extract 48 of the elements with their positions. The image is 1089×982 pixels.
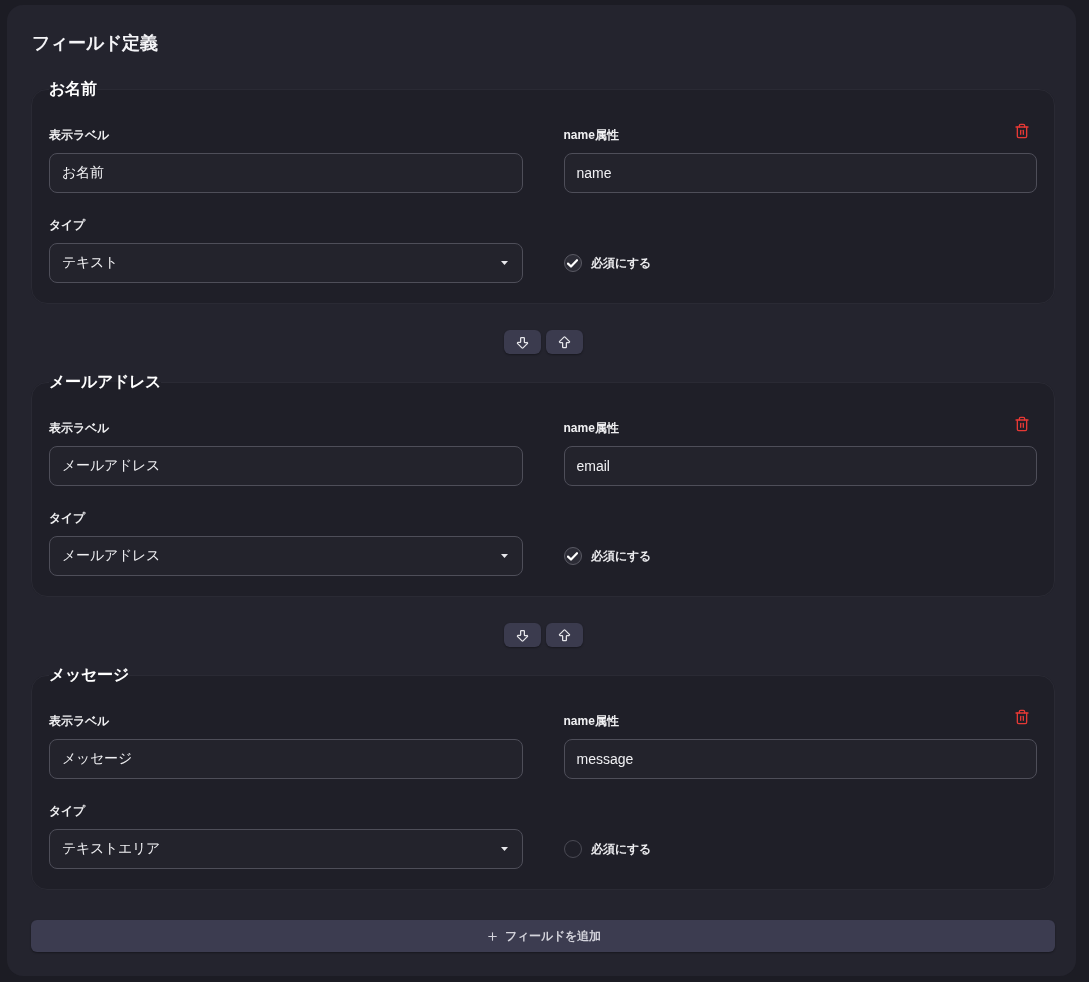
delete-button[interactable] bbox=[1014, 122, 1030, 140]
move-up-button[interactable] bbox=[545, 623, 583, 647]
caret-icon bbox=[500, 261, 508, 265]
field-label: name属性 bbox=[563, 713, 619, 729]
name-input[interactable]: message bbox=[563, 739, 1037, 779]
name-input[interactable]: email bbox=[563, 446, 1037, 486]
name-input[interactable]: name bbox=[563, 153, 1037, 193]
check-icon bbox=[567, 258, 578, 268]
field-label: name属性 bbox=[563, 420, 619, 436]
field-label: name属性 bbox=[563, 127, 619, 143]
label-input[interactable]: メールアドレス bbox=[49, 446, 523, 486]
field-heading: お名前 bbox=[49, 79, 97, 99]
required-checkbox[interactable] bbox=[563, 254, 582, 272]
caret-icon bbox=[500, 554, 508, 558]
type-select[interactable]: メールアドレス bbox=[49, 536, 523, 576]
label-input[interactable]: お名前 bbox=[49, 153, 523, 193]
type-select[interactable]: テキスト bbox=[49, 243, 523, 283]
field-label: タイプ bbox=[49, 803, 85, 819]
check-icon bbox=[567, 551, 578, 561]
trash-icon bbox=[1014, 709, 1030, 725]
label-input[interactable]: メッセージ bbox=[49, 739, 523, 779]
field-heading: メッセージ bbox=[49, 665, 129, 685]
field-label: 表示ラベル bbox=[49, 420, 109, 436]
field-label: タイプ bbox=[49, 217, 85, 233]
field-label: 表示ラベル bbox=[49, 713, 109, 729]
arrow-up-icon bbox=[556, 627, 572, 643]
plus-icon bbox=[485, 929, 499, 943]
arrow-up-icon bbox=[556, 334, 572, 350]
move-down-button[interactable] bbox=[503, 623, 541, 647]
delete-button[interactable] bbox=[1014, 708, 1030, 726]
field-heading: メールアドレス bbox=[49, 372, 161, 392]
type-select[interactable]: テキストエリア bbox=[49, 829, 523, 869]
move-down-button[interactable] bbox=[503, 330, 541, 354]
arrow-down-icon bbox=[514, 334, 530, 350]
delete-button[interactable] bbox=[1014, 415, 1030, 433]
caret-icon bbox=[500, 847, 508, 851]
add-field-button[interactable]: フィールドを追加 bbox=[31, 920, 1055, 952]
arrow-down-icon bbox=[514, 627, 530, 643]
trash-icon bbox=[1014, 416, 1030, 432]
required-label: 必須にする bbox=[590, 548, 651, 564]
required-label: 必須にする bbox=[590, 255, 651, 271]
trash-icon bbox=[1014, 123, 1030, 139]
required-label: 必須にする bbox=[590, 841, 651, 857]
field-label: 表示ラベル bbox=[49, 127, 109, 143]
field-label: タイプ bbox=[49, 510, 85, 526]
move-up-button[interactable] bbox=[545, 330, 583, 354]
section-title: フィールド定義 bbox=[32, 32, 159, 55]
required-checkbox[interactable] bbox=[563, 547, 582, 565]
